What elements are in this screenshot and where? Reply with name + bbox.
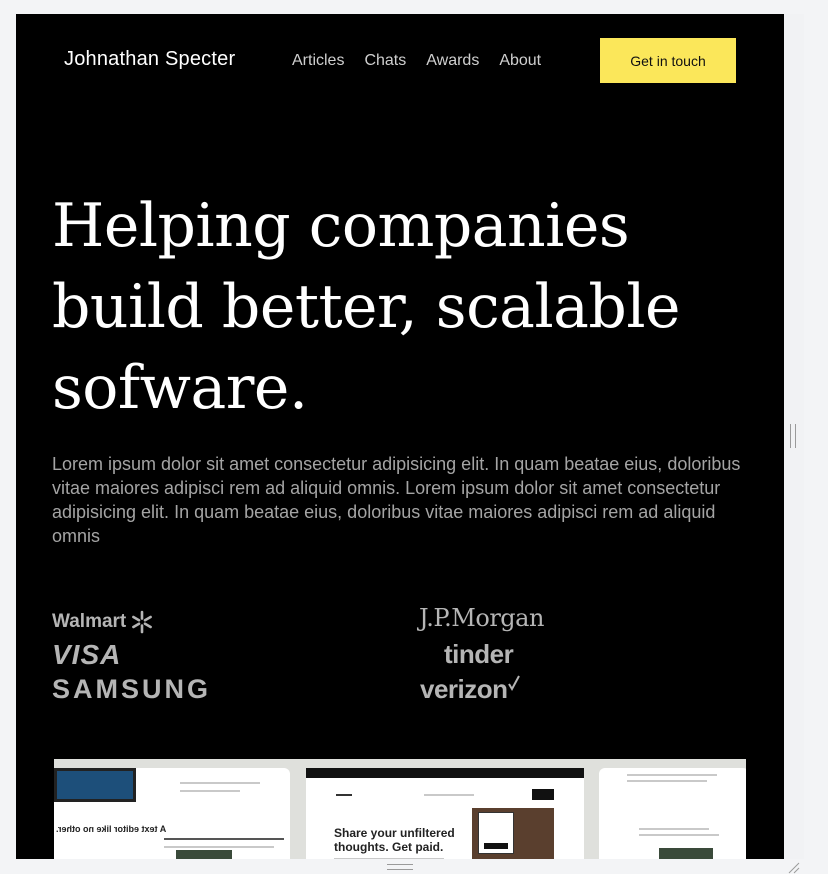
preview-line	[639, 828, 709, 830]
hero-description: Lorem ipsum dolor sit amet consectetur a…	[52, 454, 741, 546]
nav-about[interactable]: About	[499, 52, 541, 70]
preview-line	[627, 774, 717, 776]
preview-heading-line-2: thoughts. Get paid.	[334, 840, 444, 854]
resize-corner-icon[interactable]	[786, 860, 800, 874]
verizon-logo-text: verizon	[420, 674, 508, 704]
preview-image	[176, 850, 232, 859]
samsung-logo: SAMSUNG	[52, 674, 212, 704]
walmart-spark-icon	[132, 610, 153, 634]
verizon-check-icon	[507, 675, 520, 692]
browser-viewport: Johnathan Specter Articles Chats Awards …	[16, 14, 784, 859]
preview-line	[336, 794, 352, 796]
nav-awards[interactable]: Awards	[426, 52, 479, 70]
preview-popup-button	[484, 843, 508, 849]
portfolio-preview: A text editor like no other. Share your …	[54, 759, 746, 859]
resize-handle-bottom-icon[interactable]	[387, 864, 413, 870]
preview-card-right[interactable]	[599, 768, 746, 859]
preview-line	[164, 846, 274, 848]
get-in-touch-button[interactable]: Get in touch	[600, 38, 736, 83]
nav-chats[interactable]: Chats	[364, 52, 406, 70]
preview-card-middle[interactable]: Share your unfiltered thoughts. Get paid…	[306, 768, 584, 859]
preview-line	[164, 838, 284, 840]
preview-line	[424, 794, 474, 796]
walmart-logo: Walmart	[52, 610, 154, 634]
preview-left-banner	[54, 768, 136, 802]
preview-heading-line-1: Share your unfiltered	[334, 826, 455, 840]
resize-handle-right-icon[interactable]	[790, 424, 796, 448]
hero-title-line-2: build better, scalable	[52, 272, 681, 342]
verizon-logo: verizon	[420, 674, 520, 705]
tinder-logo: tinder	[444, 639, 514, 669]
hero-title-line-3: sofware.	[52, 353, 308, 423]
walmart-logo-text: Walmart	[52, 611, 127, 632]
preview-card-left[interactable]: A text editor like no other.	[54, 768, 290, 859]
preview-heading: Share your unfiltered thoughts. Get paid…	[334, 826, 455, 854]
preview-line	[334, 858, 444, 859]
preview-banner	[306, 768, 584, 778]
preview-left-title: A text editor like no other.	[56, 824, 167, 834]
preview-line	[627, 780, 707, 782]
main-nav: Articles Chats Awards About	[292, 52, 541, 70]
preview-button	[532, 789, 554, 800]
nav-articles[interactable]: Articles	[292, 52, 344, 70]
visa-logo: VISA	[52, 639, 122, 670]
hero-title-line-1: Helping companies	[52, 191, 630, 261]
preview-line	[180, 782, 260, 784]
preview-image	[659, 848, 713, 859]
preview-line	[639, 834, 719, 836]
jpmorgan-logo: J.P.Morgan	[419, 604, 544, 632]
hero-title: Helping companies build better, scalable…	[52, 186, 752, 429]
preview-line	[180, 790, 240, 792]
brand-name[interactable]: Johnathan Specter	[64, 48, 235, 71]
